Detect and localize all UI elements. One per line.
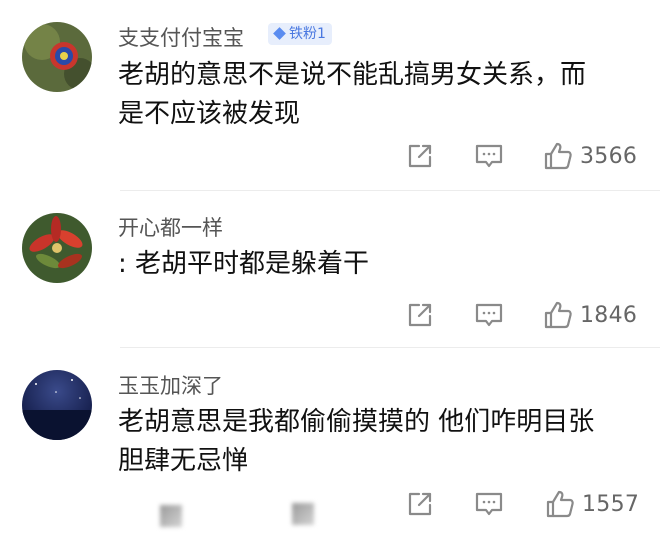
comment-text-line: 老胡的意思不是说不能乱搞男女关系，而 <box>118 60 587 90</box>
comment-text-line: 老胡意思是我都偷偷摸摸的 他们咋明目张 <box>118 407 595 437</box>
fan-badge: 铁粉1 <box>268 23 332 45</box>
reply-button[interactable] <box>474 490 504 518</box>
comment-text-line: 是不应该被发现 <box>118 99 301 129</box>
thumbs-up-icon <box>544 142 572 170</box>
blurred-mark <box>160 505 182 527</box>
avatar[interactable] <box>22 22 92 92</box>
comment-text: 老胡的意思不是说不能乱搞男女关系，而 是不应该被发现 <box>118 56 638 134</box>
like-count: 1846 <box>580 302 638 328</box>
username[interactable]: 开心都一样 <box>118 212 223 242</box>
like-button[interactable]: 1846 <box>542 299 637 331</box>
reply-button[interactable] <box>474 301 504 329</box>
comment-icon <box>475 303 503 327</box>
share-button[interactable] <box>406 301 434 329</box>
comment-text: 老胡意思是我都偷偷摸摸的 他们咋明目张 胆肆无忌惮 <box>118 403 638 481</box>
share-icon <box>408 492 432 516</box>
like-button[interactable]: 1557 <box>544 488 639 520</box>
blurred-mark <box>292 503 314 525</box>
like-count: 3566 <box>580 143 638 169</box>
share-icon <box>408 303 432 327</box>
reply-button[interactable] <box>474 142 504 170</box>
comment-text-line: : 老胡平时都是躲着干 <box>118 249 370 279</box>
avatar[interactable] <box>22 213 92 283</box>
like-count: 1557 <box>582 491 640 517</box>
divider <box>120 347 660 348</box>
username[interactable]: 支支付付宝宝 <box>118 22 244 52</box>
comment-icon <box>475 144 503 168</box>
divider <box>120 190 660 191</box>
share-button[interactable] <box>406 490 434 518</box>
diamond-icon <box>273 27 286 40</box>
share-button[interactable] <box>406 142 434 170</box>
avatar[interactable] <box>22 370 92 440</box>
comment-text: : 老胡平时都是躲着干 <box>118 245 638 284</box>
like-button[interactable]: 3566 <box>542 140 637 172</box>
comment-text-line: 胆肆无忌惮 <box>118 446 249 476</box>
thumbs-up-icon <box>546 490 574 518</box>
share-icon <box>408 144 432 168</box>
username[interactable]: 玉玉加深了 <box>118 370 223 400</box>
badge-label: 铁粉1 <box>289 26 326 42</box>
thumbs-up-icon <box>544 301 572 329</box>
comment-icon <box>475 492 503 516</box>
